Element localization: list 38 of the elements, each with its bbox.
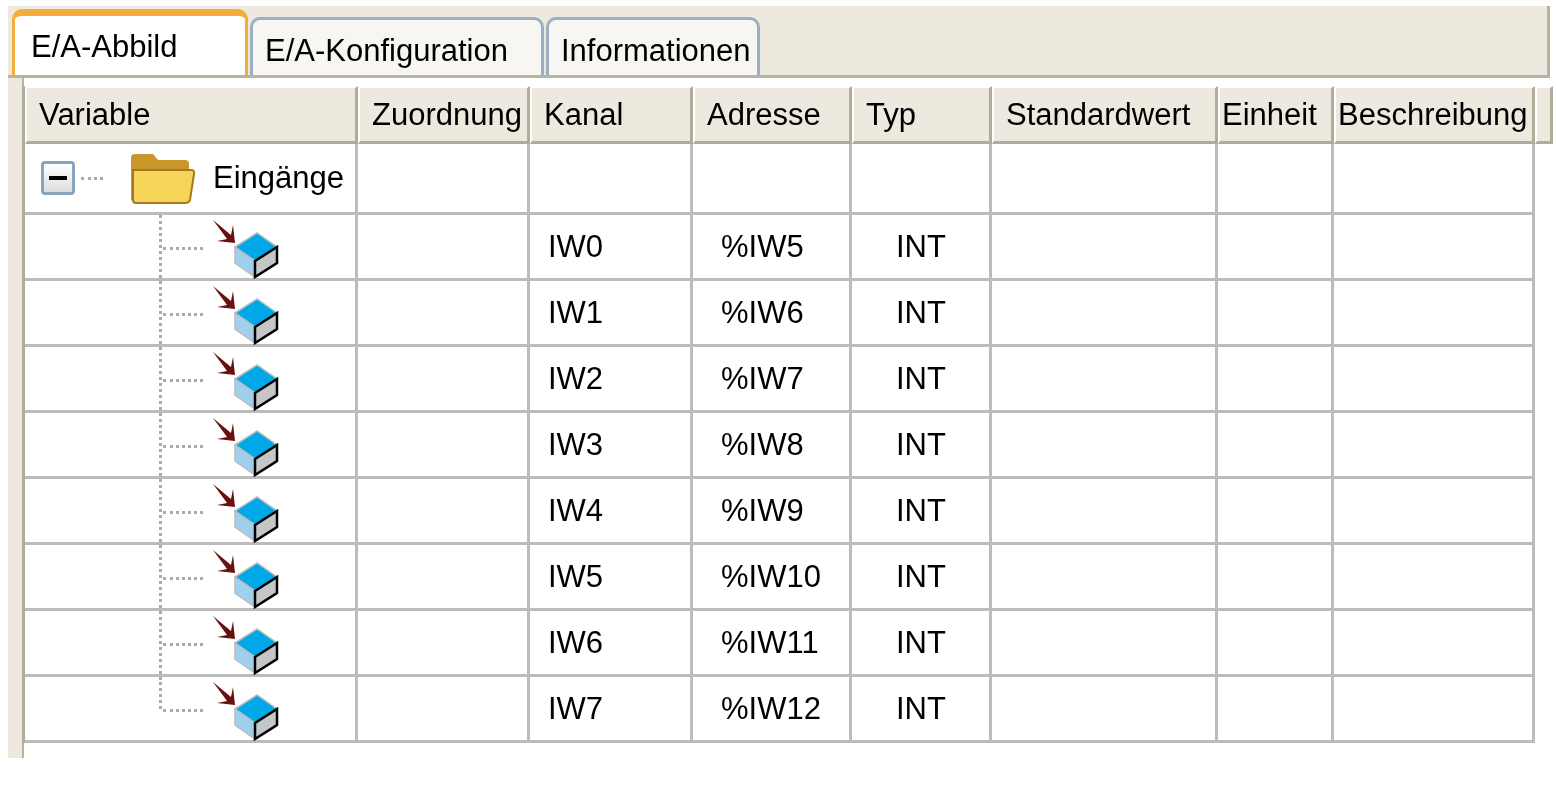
collapse-toggle[interactable] bbox=[41, 161, 75, 195]
tree-node-label[interactable]: Eingänge bbox=[213, 160, 344, 196]
table-cell: IW0 bbox=[530, 215, 693, 281]
table-cell: IW7 bbox=[530, 677, 693, 743]
table-cell: INT bbox=[852, 413, 992, 479]
tab[interactable]: E/A-Abbild bbox=[12, 9, 248, 75]
table-cell: %IW7 bbox=[693, 347, 852, 413]
column-header[interactable]: Adresse bbox=[693, 86, 852, 144]
table-cell: INT bbox=[852, 215, 992, 281]
column-header[interactable]: Zuordnung bbox=[358, 86, 530, 144]
table-cell: INT bbox=[852, 611, 992, 677]
column-header[interactable]: Variable bbox=[25, 86, 358, 144]
table-cell: %IW8 bbox=[693, 413, 852, 479]
table-cell: IW2 bbox=[530, 347, 693, 413]
table-cell: IW4 bbox=[530, 479, 693, 545]
table-cell: %IW10 bbox=[693, 545, 852, 611]
column-header[interactable]: Typ bbox=[852, 86, 992, 144]
table-cell: IW5 bbox=[530, 545, 693, 611]
table-cell: %IW6 bbox=[693, 281, 852, 347]
column-header[interactable]: Einheit bbox=[1218, 86, 1334, 144]
table-cell: INT bbox=[852, 281, 992, 347]
table-cell: INT bbox=[852, 479, 992, 545]
minus-icon bbox=[49, 176, 67, 180]
table-cell: %IW5 bbox=[693, 215, 852, 281]
column-header[interactable]: Standardwert bbox=[992, 86, 1218, 144]
table-cell: %IW12 bbox=[693, 677, 852, 743]
column-header[interactable]: Beschreibung bbox=[1334, 86, 1535, 144]
table-cell: INT bbox=[852, 545, 992, 611]
table-cell: INT bbox=[852, 347, 992, 413]
table-cell: %IW11 bbox=[693, 611, 852, 677]
column-header[interactable]: Kanal bbox=[530, 86, 693, 144]
table-cell: IW3 bbox=[530, 413, 693, 479]
tab[interactable]: E/A-Konfiguration bbox=[250, 17, 544, 75]
tab[interactable]: Informationen bbox=[546, 17, 760, 75]
table-cell: IW1 bbox=[530, 281, 693, 347]
table-cell: %IW9 bbox=[693, 479, 852, 545]
table-cell: INT bbox=[852, 677, 992, 743]
table-cell: IW6 bbox=[530, 611, 693, 677]
